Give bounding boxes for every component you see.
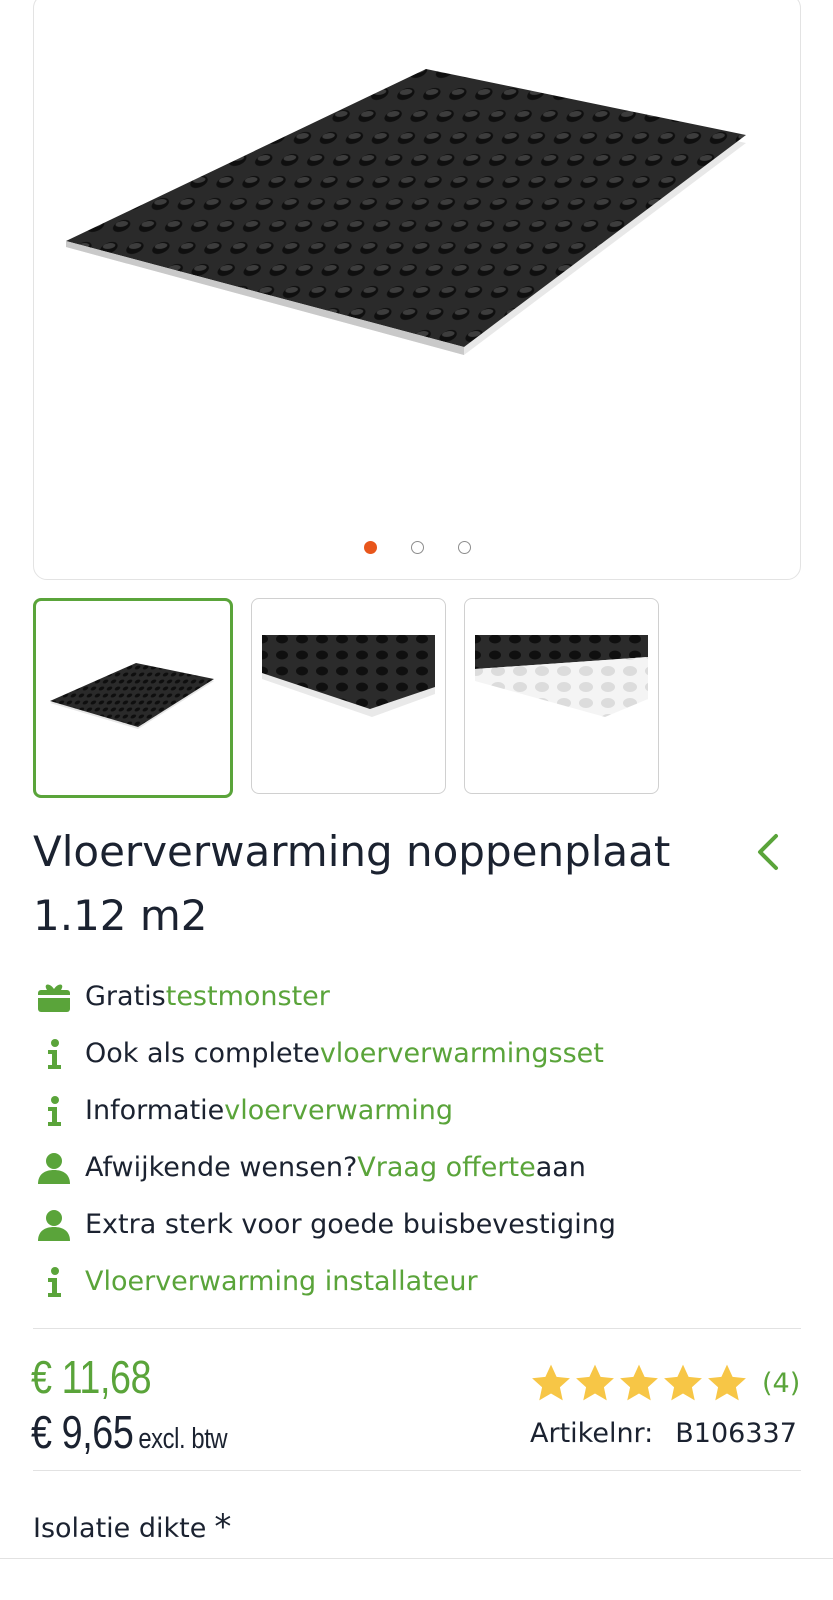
product-title: Vloerverwarming noppenplaat 1.12 m2 [33,827,671,940]
article-number: Artikelnr: B106337 [530,1418,797,1449]
star-icon [664,1364,702,1401]
feature-text: Informatie [85,1095,225,1126]
thumbnail-3-image [475,635,648,717]
rating[interactable]: (4) [530,1362,800,1404]
feature-text: Gratis [85,981,166,1012]
main-product-image-card[interactable] [33,0,801,580]
vloerverwarmingsset-link[interactable]: vloerverwarmingsset [320,1038,604,1069]
star-icon [576,1364,614,1401]
article-value: B106337 [675,1418,797,1449]
vraag-offerte-link[interactable]: Vraag offerte [357,1152,535,1183]
product-image-noppenplaat [66,69,746,355]
option-label-isolatie-dikte: Isolatie dikte * [33,1510,231,1544]
price-excl-vat: € 9,65 excl. btw [31,1405,228,1459]
thumbnail-3[interactable] [464,598,659,794]
chevron-left-icon[interactable] [752,830,782,874]
slide-dot-2[interactable] [410,541,424,554]
star-icon [620,1364,658,1401]
review-count[interactable]: (4) [762,1368,800,1399]
info-icon [33,1090,75,1132]
feature-item-extra-sterk: Extra sterk voor goede buisbevestiging [33,1196,616,1253]
price-excl-value: € 9,65 [31,1406,134,1458]
option-label-text: Isolatie dikte [33,1513,207,1544]
info-icon [33,1261,75,1303]
divider [33,1328,801,1329]
star-icon [532,1364,570,1401]
thumbnail-1-image [50,663,214,729]
feature-item-testmonster: Gratis testmonster [33,968,616,1025]
thumbnail-1[interactable] [33,598,233,798]
feature-item-complete-set: Ook als complete vloerverwarmingsset [33,1025,616,1082]
slide-dot-3[interactable] [457,541,471,554]
price-incl-vat: € 11,68 [31,1351,152,1403]
feature-list: Gratis testmonster Ook als complete vloe… [33,968,616,1310]
slide-indicator [34,541,800,554]
feature-text: Extra sterk voor goede buisbevestiging [85,1209,616,1240]
thumbnail-2[interactable] [251,598,446,794]
thumbnail-2-image [262,635,435,717]
slide-dot-1[interactable] [363,541,377,554]
info-icon [33,1033,75,1075]
star-icon [708,1364,746,1401]
feature-text: Ook als complete [85,1038,320,1069]
feature-item-offerte: Afwijkende wensen? Vraag offerte aan [33,1139,616,1196]
thumbnail-strip [33,598,659,798]
gift-icon [33,976,75,1018]
feature-item-installateur: Vloerverwarming installateur [33,1253,616,1310]
feature-text-after: aan [535,1152,586,1183]
article-label: Artikelnr: [530,1418,654,1449]
excl-btw-label: excl. btw [138,1423,228,1455]
vloerverwarming-link[interactable]: vloerverwarming [224,1095,453,1126]
user-icon [33,1204,75,1246]
feature-item-informatie: Informatie vloerverwarming [33,1082,616,1139]
divider [0,1558,833,1559]
divider [33,1470,801,1471]
installateur-link[interactable]: Vloerverwarming installateur [85,1266,478,1297]
testmonster-link[interactable]: testmonster [166,981,330,1012]
required-marker: * [214,1507,232,1547]
feature-text: Afwijkende wensen? [85,1152,358,1183]
user-icon [33,1147,75,1189]
